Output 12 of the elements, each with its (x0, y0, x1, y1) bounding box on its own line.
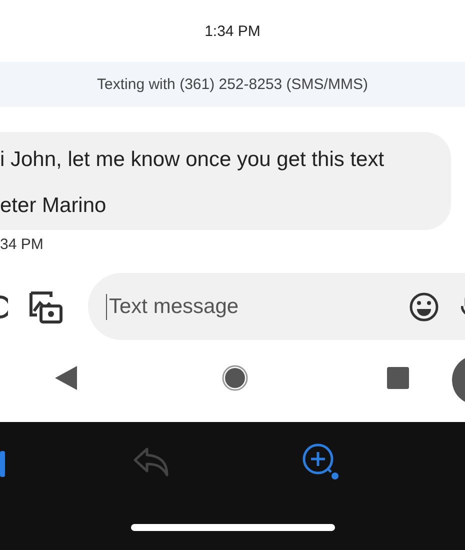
texting-banner: Texting with (361) 252-8253 (SMS/MMS) (0, 62, 465, 107)
message-time: 34 PM (0, 236, 44, 253)
home-icon[interactable] (222, 365, 248, 391)
zoom-in-icon[interactable] (302, 443, 340, 481)
message-text: eter Marino (0, 194, 108, 218)
edge-icon[interactable] (0, 451, 5, 477)
emoji-icon[interactable] (409, 292, 439, 322)
back-icon[interactable] (55, 366, 77, 390)
message-field[interactable]: Text message (107, 294, 351, 320)
message-text: i John, let me know once you get this text (0, 148, 386, 172)
gallery-camera-icon[interactable] (28, 288, 64, 324)
timestamp: 1:34 PM (204, 22, 262, 42)
